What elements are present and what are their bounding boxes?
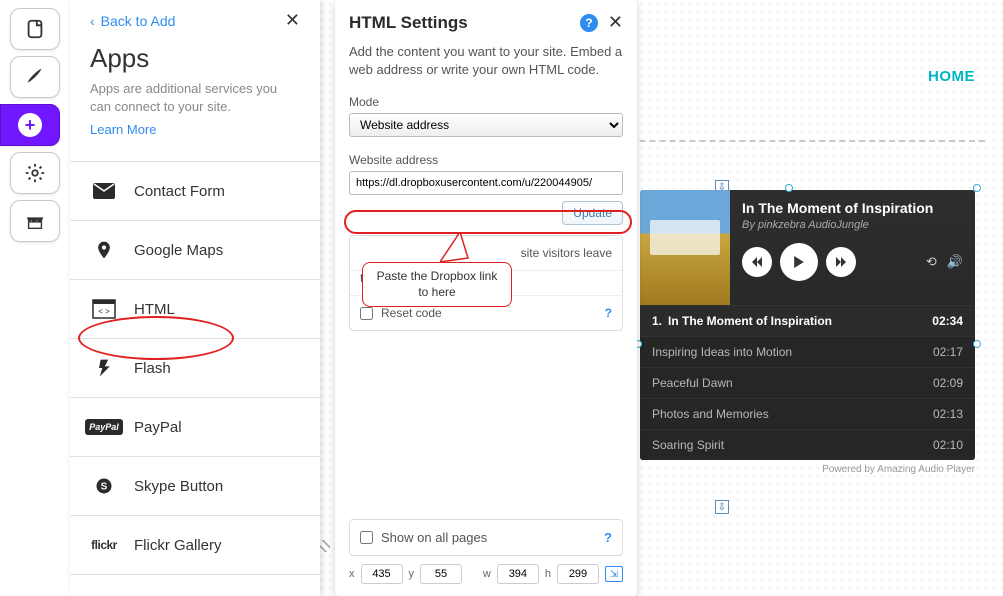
resize-icon[interactable]: ⇲ — [605, 566, 623, 582]
toolbar-store-button[interactable] — [10, 200, 60, 242]
apps-header: ‹ Back to Add ✕ — [70, 0, 320, 39]
mode-label: Mode — [349, 95, 623, 109]
back-link[interactable]: ‹ Back to Add — [90, 13, 175, 29]
app-label: Contact Form — [134, 183, 225, 200]
resize-handle-ne[interactable] — [973, 184, 981, 192]
address-input[interactable] — [349, 171, 623, 195]
toolbar-add-button[interactable]: + — [0, 104, 60, 146]
settings-header: HTML Settings ? ✕ — [349, 12, 623, 33]
w-input[interactable] — [497, 564, 539, 584]
w-label: w — [483, 568, 491, 580]
coords-row: x y w h ⇲ — [349, 564, 623, 584]
chevron-left-icon: ‹ — [90, 13, 95, 29]
album-art — [640, 190, 730, 305]
app-label: Flickr Gallery — [134, 537, 222, 554]
app-label: HTML — [134, 301, 175, 318]
close-apps-button[interactable]: ✕ — [285, 10, 300, 31]
x-input[interactable] — [361, 564, 403, 584]
annotation-tooltip: Paste the Dropbox link to here — [362, 262, 512, 307]
settings-description: Add the content you want to your site. E… — [349, 43, 623, 79]
toolbar-settings-button[interactable] — [10, 152, 60, 194]
app-item-paypal[interactable]: PayPal PayPal — [70, 398, 320, 457]
update-button[interactable]: Update — [562, 201, 623, 225]
settings-title: HTML Settings — [349, 13, 468, 33]
app-item-skype[interactable]: S Skype Button — [70, 457, 320, 516]
back-label: Back to Add — [101, 13, 176, 29]
widget-selection[interactable]: ⇩ ⇩ In The Moment of Inspiration By pink… — [640, 190, 975, 475]
svg-text:< >: < > — [98, 307, 110, 316]
svg-text:S: S — [101, 482, 108, 493]
code-icon: < > — [90, 298, 118, 320]
apps-title: Apps — [90, 43, 300, 74]
toolbar-page-button[interactable] — [10, 8, 60, 50]
annotation-tail — [440, 232, 480, 264]
show-on-all-pages[interactable]: Show on all pages ? — [349, 519, 623, 556]
flickr-icon: flickr — [90, 534, 118, 556]
app-item-html[interactable]: < > HTML — [70, 280, 320, 339]
app-item-flash[interactable]: Flash — [70, 339, 320, 398]
show-all-label: Show on all pages — [381, 530, 487, 545]
apps-panel: ‹ Back to Add ✕ Apps Apps are additional… — [70, 0, 320, 596]
address-label: Website address — [349, 153, 623, 167]
y-label: y — [409, 568, 415, 580]
drag-handle-bottom[interactable]: ⇩ — [715, 500, 729, 514]
pin-icon — [90, 239, 118, 261]
nav-home[interactable]: HOME — [928, 68, 975, 85]
store-icon — [24, 210, 46, 232]
help-button[interactable]: ? — [580, 14, 598, 32]
plus-icon: + — [18, 113, 42, 137]
mode-select[interactable]: Website address — [349, 113, 623, 137]
learn-more-link[interactable]: Learn More — [90, 122, 156, 137]
h-input[interactable] — [557, 564, 599, 584]
app-item-flickr[interactable]: flickr Flickr Gallery — [70, 516, 320, 575]
show-all-checkbox[interactable] — [360, 531, 373, 544]
help-icon[interactable]: ? — [605, 306, 612, 320]
app-label: Google Maps — [134, 242, 223, 259]
flash-icon — [90, 357, 118, 379]
app-item-google-maps[interactable]: Google Maps — [70, 221, 320, 280]
paypal-icon: PayPal — [90, 416, 118, 438]
h-label: h — [545, 568, 551, 580]
close-settings-button[interactable]: ✕ — [608, 12, 623, 33]
apps-list: Contact Form Google Maps < > HTML Flash … — [70, 161, 320, 575]
help-icon[interactable]: ? — [604, 530, 612, 545]
y-input[interactable] — [420, 564, 462, 584]
option-keep-text: site visitors leave — [360, 246, 612, 260]
reset-checkbox[interactable] — [360, 307, 373, 320]
page-icon — [24, 18, 46, 40]
toolbar-design-button[interactable] — [10, 56, 60, 98]
left-toolbar: + — [0, 0, 70, 242]
resize-handle-n[interactable] — [785, 184, 793, 192]
powered-by: Powered by Amazing Audio Player — [640, 464, 975, 475]
skype-icon: S — [90, 475, 118, 497]
envelope-icon — [90, 180, 118, 202]
apps-title-block: Apps Apps are additional services you ca… — [70, 39, 320, 151]
app-label: Flash — [134, 360, 171, 377]
app-label: Skype Button — [134, 478, 223, 495]
x-label: x — [349, 568, 355, 580]
brush-icon — [24, 66, 46, 88]
gear-icon — [24, 162, 46, 184]
apps-description: Apps are additional services you can con… — [90, 80, 300, 116]
reset-label: Reset code — [381, 306, 442, 320]
resize-handle-e[interactable] — [973, 340, 981, 348]
app-item-contact-form[interactable]: Contact Form — [70, 162, 320, 221]
app-label: PayPal — [134, 419, 182, 436]
